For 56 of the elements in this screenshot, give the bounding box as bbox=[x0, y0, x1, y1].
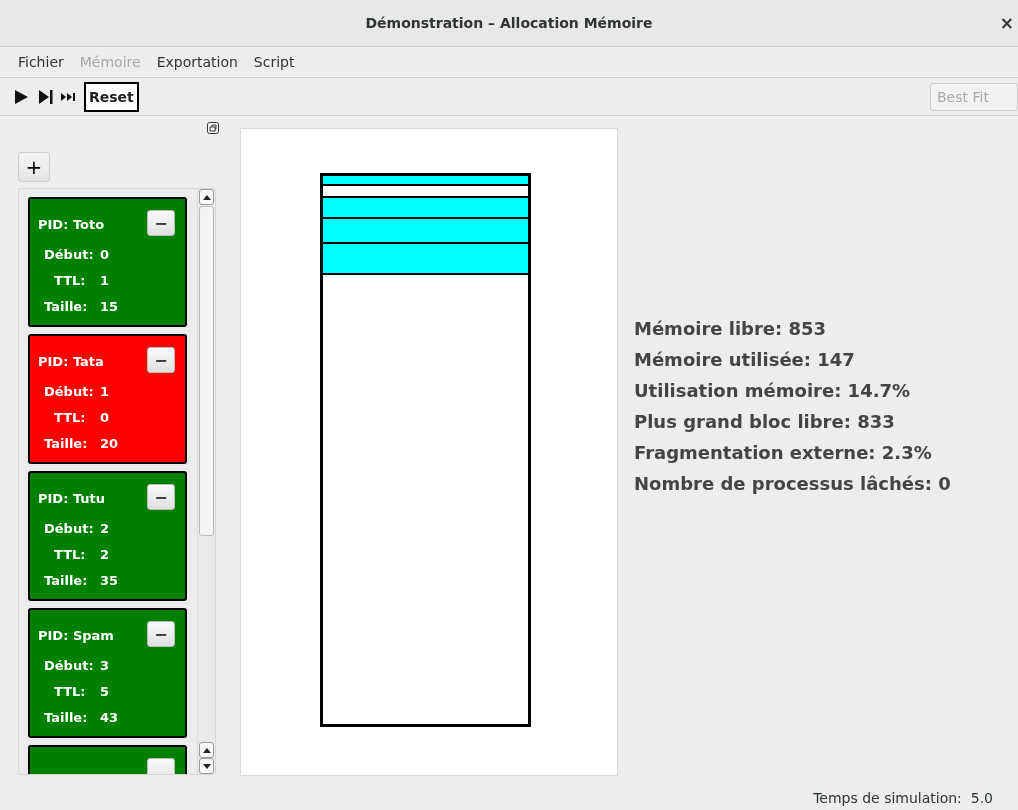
field-value: 15 bbox=[100, 299, 119, 314]
field-value: 2 bbox=[100, 521, 110, 536]
field-label: TTL: bbox=[54, 547, 86, 562]
field-label: Taille: bbox=[44, 573, 88, 588]
field-value: 3 bbox=[100, 658, 110, 673]
remove-button[interactable]: − bbox=[147, 210, 175, 236]
field-label: Taille: bbox=[44, 710, 88, 725]
field-label: TTL: bbox=[54, 273, 86, 288]
statistic-text: Utilisation mémoire: 14.7% bbox=[634, 378, 912, 403]
field-value: 1 bbox=[100, 384, 110, 399]
field-value: 43 bbox=[100, 710, 119, 725]
field-label: TTL: bbox=[54, 410, 86, 425]
statistic-text: Fragmentation externe: 2.3% bbox=[634, 440, 933, 465]
play-icon[interactable] bbox=[12, 87, 30, 106]
remove-button[interactable]: − bbox=[147, 484, 175, 510]
remove-button[interactable]: − bbox=[147, 347, 175, 373]
field-label: Début: bbox=[44, 247, 94, 262]
statistic-text: Plus grand bloc libre: 833 bbox=[634, 409, 896, 434]
detach-icon[interactable] bbox=[207, 122, 219, 134]
step-icon[interactable] bbox=[36, 87, 54, 106]
field-value: 0 bbox=[100, 410, 110, 425]
field-label: Début: bbox=[44, 521, 94, 536]
up-arrow-icon bbox=[202, 747, 211, 753]
scrollbar-thumb[interactable] bbox=[199, 206, 214, 536]
down-arrow-icon bbox=[202, 763, 211, 769]
statistic-text: Mémoire utilisée: 147 bbox=[634, 347, 856, 372]
window-title: Démonstration – Allocation Mémoire bbox=[365, 15, 653, 31]
pid-label: PID: Tutu bbox=[38, 491, 106, 506]
field-value: 1 bbox=[100, 273, 110, 288]
simulation-time: Temps de simulation: 5.0 bbox=[813, 790, 993, 806]
pid-label: PID: Tata bbox=[38, 354, 104, 369]
field-value: 20 bbox=[100, 436, 119, 451]
scroll-up-button[interactable] bbox=[199, 742, 214, 758]
field-label: TTL: bbox=[54, 684, 86, 699]
statistic-text: Nombre de processus lâchés: 0 bbox=[634, 471, 951, 496]
add-button[interactable]: + bbox=[18, 152, 50, 182]
scroll-down-button[interactable] bbox=[199, 758, 214, 774]
field-value: 2 bbox=[100, 547, 110, 562]
field-label: Début: bbox=[44, 384, 94, 399]
field-value: 0 bbox=[100, 247, 110, 262]
menu-item[interactable]: Fichier bbox=[10, 54, 72, 70]
remove-button[interactable]: − bbox=[147, 621, 175, 647]
reset-button[interactable]: Reset bbox=[84, 81, 139, 112]
scroll-up-button[interactable] bbox=[199, 189, 214, 205]
menu-item[interactable]: Script bbox=[245, 54, 303, 70]
field-label: Taille: bbox=[44, 436, 88, 451]
up-arrow-icon bbox=[202, 194, 211, 200]
field-label: Taille: bbox=[44, 299, 88, 314]
field-value: 35 bbox=[100, 573, 119, 588]
pid-label: PID: Toto bbox=[38, 217, 105, 232]
field-value: 5 bbox=[100, 684, 110, 699]
field-label: Début: bbox=[44, 658, 94, 673]
menu-item[interactable]: Exportation bbox=[148, 54, 246, 70]
pid-label: PID: Spam bbox=[38, 628, 114, 643]
close-button[interactable]: × bbox=[997, 13, 1016, 33]
statistic-text: Mémoire libre: 853 bbox=[634, 316, 828, 341]
